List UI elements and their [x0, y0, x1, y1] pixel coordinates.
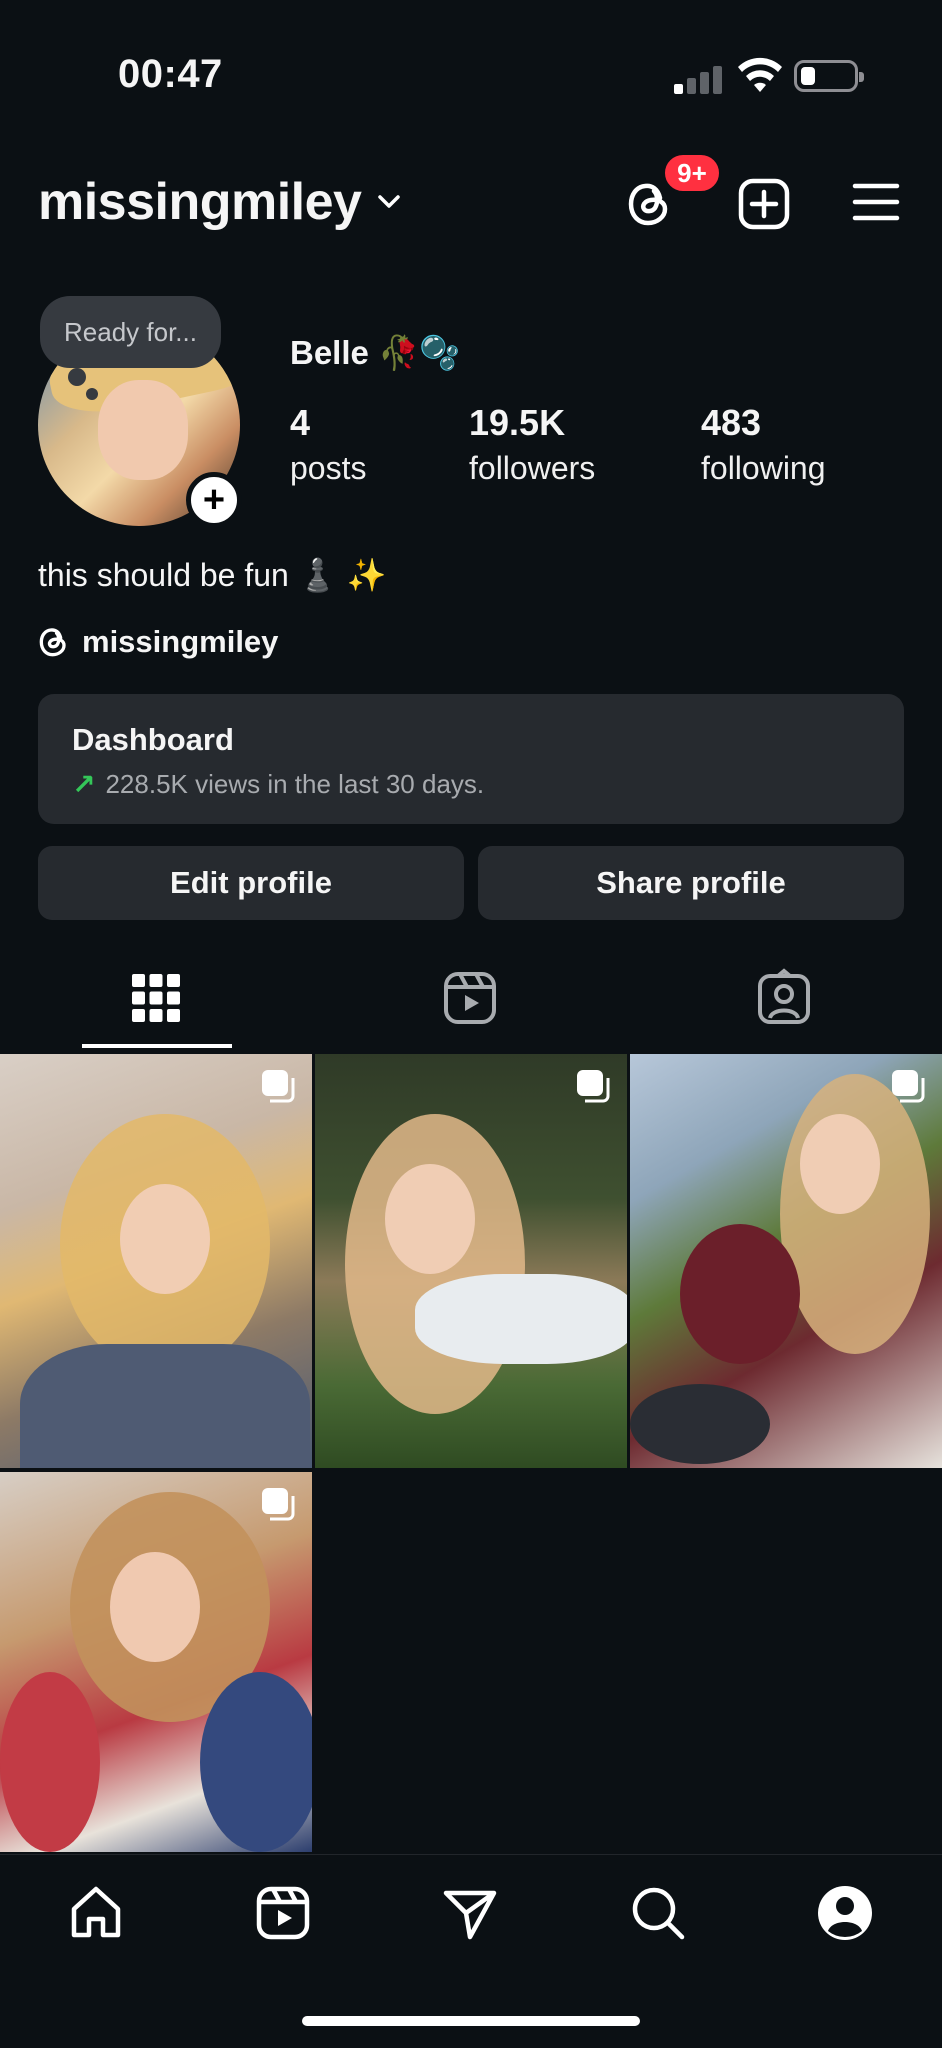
threads-handle: missingmiley — [82, 624, 279, 659]
notification-badge: 9+ — [662, 152, 722, 194]
display-name: Belle 🥀🫧 — [290, 334, 461, 371]
reels-tab-icon[interactable] — [440, 968, 500, 1028]
tagged-tab-icon[interactable] — [754, 968, 814, 1028]
post-thumbnail-1[interactable] — [0, 1054, 312, 1468]
followers-count: 19.5K — [469, 402, 566, 443]
carousel-icon — [577, 1070, 610, 1103]
home-icon[interactable] — [66, 1883, 126, 1943]
search-icon[interactable] — [628, 1883, 688, 1943]
following-stat[interactable]: 483 following — [701, 402, 826, 487]
menu-icon[interactable] — [852, 180, 900, 224]
posts-count: 4 — [290, 402, 311, 443]
note-tail-small — [86, 388, 98, 400]
account-switcher[interactable]: missingmiley — [38, 172, 403, 232]
followers-label: followers — [469, 450, 596, 486]
post-thumbnail-3[interactable] — [630, 1054, 942, 1468]
note-bubble[interactable]: Ready for... — [40, 296, 221, 368]
reels-icon[interactable] — [253, 1883, 313, 1943]
wifi-icon — [738, 57, 782, 92]
following-count: 483 — [701, 402, 762, 443]
bio-text: this should be fun ♟️ ✨ — [38, 557, 387, 593]
add-story-icon[interactable]: + — [186, 472, 242, 528]
send-icon[interactable] — [440, 1883, 500, 1943]
carousel-icon — [262, 1488, 295, 1521]
carousel-icon — [892, 1070, 925, 1103]
post-thumbnail-2[interactable] — [315, 1054, 627, 1468]
chevron-down-icon — [378, 195, 401, 208]
dashboard-subtitle: 228.5K views in the last 30 days. — [105, 769, 485, 799]
note-tail — [68, 368, 86, 386]
battery-icon — [794, 60, 864, 92]
cellular-signal-icon — [674, 60, 722, 94]
carousel-icon — [262, 1070, 295, 1103]
threads-profile-link[interactable]: missingmiley — [38, 624, 278, 660]
dashboard-title: Dashboard — [72, 722, 234, 757]
home-indicator — [302, 2016, 640, 2026]
share-profile-button[interactable]: Share profile — [478, 846, 904, 920]
professional-dashboard[interactable]: Dashboard ↗ 228.5K views in the last 30 … — [38, 694, 904, 824]
edit-profile-button[interactable]: Edit profile — [38, 846, 464, 920]
grid-icon[interactable] — [126, 968, 186, 1028]
threads-icon — [39, 628, 66, 657]
profile-icon[interactable] — [815, 1883, 875, 1943]
username-title: missingmiley — [38, 173, 362, 231]
status-time: 00:47 — [118, 52, 223, 96]
posts-stat[interactable]: 4 posts — [290, 402, 366, 487]
trend-up-icon: ↗ — [72, 769, 96, 800]
posts-label: posts — [290, 450, 367, 486]
create-post-icon[interactable] — [736, 176, 792, 232]
followers-stat[interactable]: 19.5K followers — [469, 402, 595, 487]
following-label: following — [701, 450, 826, 486]
post-thumbnail-4[interactable] — [0, 1472, 312, 1852]
active-tab-indicator — [82, 1044, 232, 1048]
